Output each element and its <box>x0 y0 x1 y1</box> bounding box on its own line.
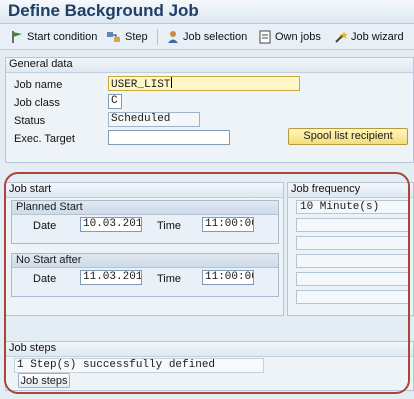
person-icon <box>168 31 178 43</box>
job-name-value: USER_LIST <box>111 79 171 91</box>
job-class-field[interactable]: C <box>108 94 122 109</box>
exec-target-label: Exec. Target <box>14 133 75 145</box>
text-cursor <box>171 77 173 88</box>
status-label: Status <box>14 115 46 127</box>
job-selection-label: Job selection <box>183 31 248 43</box>
own-jobs-button[interactable]: Own jobs <box>258 28 321 46</box>
document-icon <box>259 30 271 44</box>
general-data-panel: General data <box>5 57 414 163</box>
flag-icon <box>12 31 22 43</box>
highlight-outline <box>4 172 410 394</box>
job-class-label: Job class <box>14 97 60 109</box>
toolbar-separator <box>157 29 158 45</box>
step-button[interactable]: Step <box>106 28 148 46</box>
status-field: Scheduled <box>108 112 200 127</box>
window-title: Define Background Job <box>8 1 199 20</box>
step-icon <box>107 32 120 42</box>
general-data-header: General data <box>6 58 413 73</box>
spool-list-recipient-button[interactable]: Spool list recipient <box>288 128 408 145</box>
job-wizard-button[interactable]: Job wizard <box>334 28 404 46</box>
job-selection-button[interactable]: Job selection <box>166 28 247 46</box>
exec-target-field[interactable] <box>108 130 230 145</box>
start-condition-button[interactable]: Start condition <box>10 28 97 46</box>
step-label: Step <box>125 31 148 43</box>
own-jobs-label: Own jobs <box>275 31 321 43</box>
job-wizard-label: Job wizard <box>351 31 404 43</box>
start-condition-label: Start condition <box>27 31 98 43</box>
magic-wand-icon <box>335 31 348 43</box>
job-name-label: Job name <box>14 79 63 91</box>
job-name-field[interactable]: USER_LIST <box>108 76 300 91</box>
